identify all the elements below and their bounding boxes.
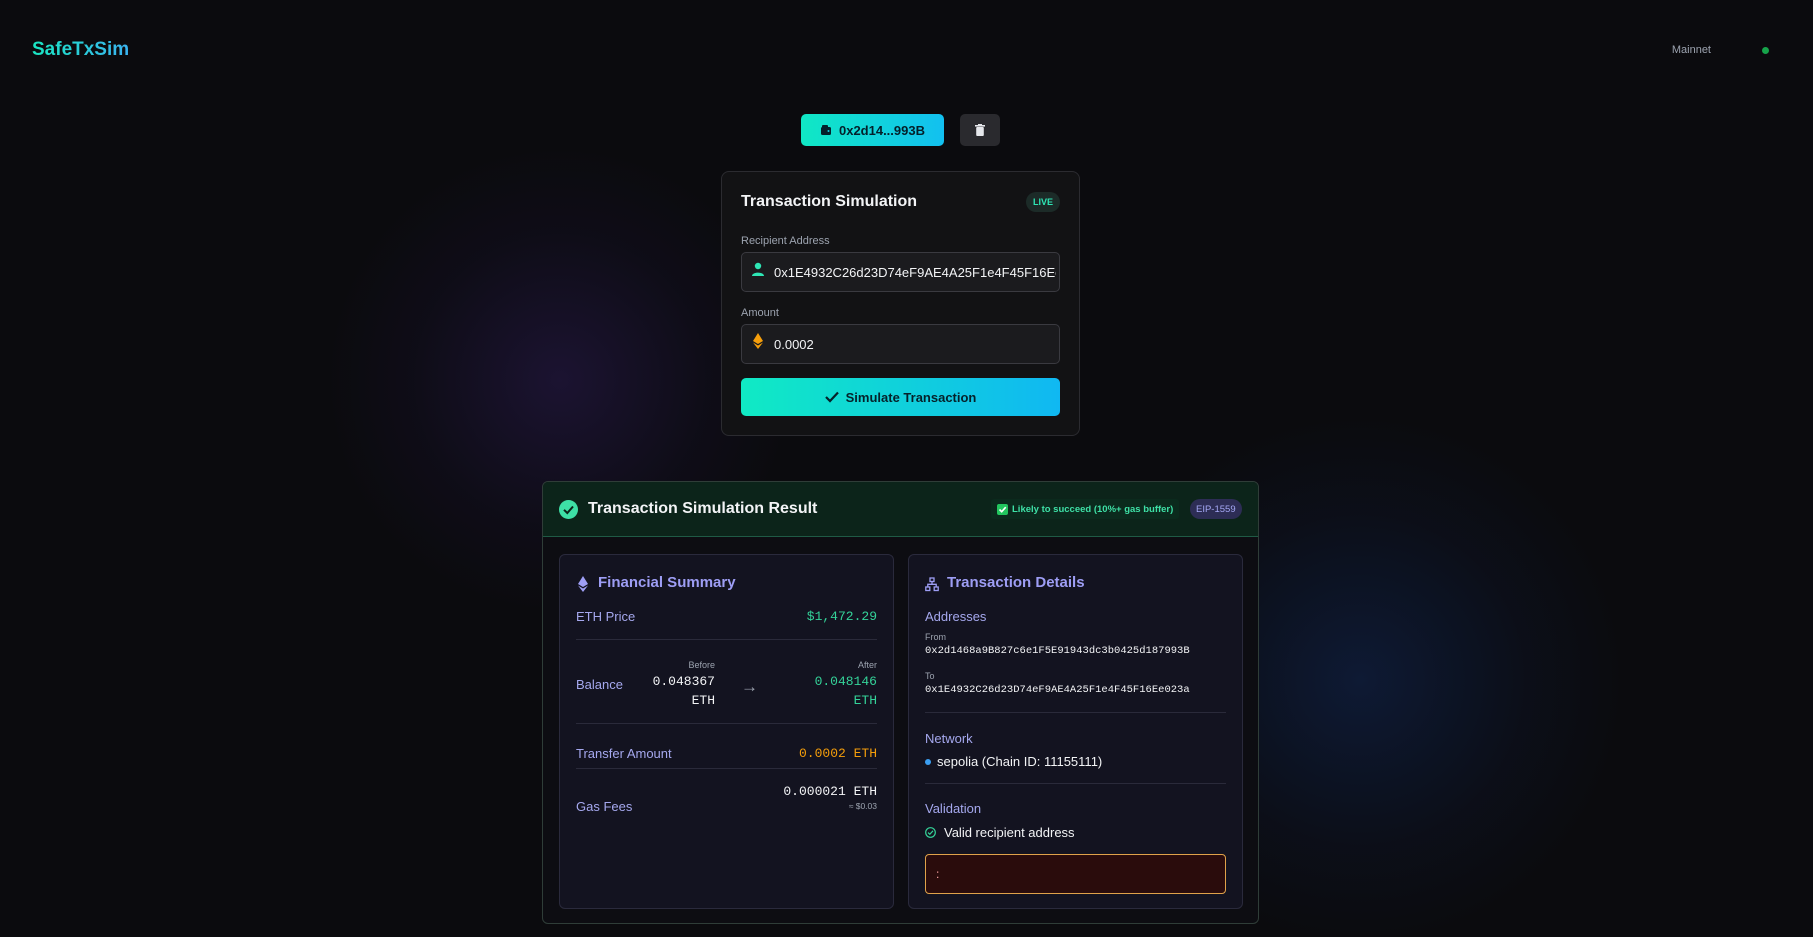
- transaction-details-panel: Transaction Details Addresses From 0x2d1…: [908, 554, 1243, 909]
- success-status-badge: Likely to succeed (10%+ gas buffer): [991, 499, 1180, 519]
- wallet-address-label: 0x2d14...993B: [838, 122, 925, 138]
- network-dot: [925, 759, 931, 765]
- trash-icon: [975, 124, 985, 136]
- simulate-button-label: Simulate Transaction: [845, 389, 977, 405]
- balance-after-unit: ETH: [853, 693, 877, 708]
- app-logo[interactable]: SafeTxSim: [32, 39, 129, 61]
- network-indicator-label: Mainnet: [1671, 44, 1711, 56]
- disconnect-button[interactable]: [960, 114, 1000, 146]
- transfer-amount-label: Transfer Amount: [576, 746, 672, 761]
- live-badge: LIVE: [1025, 192, 1060, 212]
- arrow-icon: →: [741, 677, 758, 696]
- success-status-text: Likely to succeed (10%+ gas buffer): [1012, 503, 1174, 515]
- before-label: Before: [688, 660, 715, 670]
- validation-heading: Validation: [925, 801, 982, 816]
- result-title: Transaction Simulation Result: [588, 500, 818, 517]
- gas-fees-usd: ≈ $0.03: [848, 801, 877, 811]
- network-icon: [925, 577, 939, 592]
- checkmark-icon: [824, 391, 839, 403]
- from-address: 0x2d1468a9B827c6e1F5E91943dc3b0425d18799…: [925, 645, 1190, 657]
- wallet-icon: [820, 125, 831, 135]
- simulation-form-title: Transaction Simulation: [741, 193, 918, 210]
- to-address: 0x1E4932C26d23D74eF9AE4A25F1e4F45F16Ee02…: [925, 684, 1190, 696]
- balance-label: Balance: [576, 677, 623, 692]
- divider: [576, 723, 877, 724]
- warning-box: :: [925, 854, 1226, 894]
- eth-price-value: $1,472.29: [806, 609, 877, 624]
- gas-fees-label: Gas Fees: [576, 799, 633, 814]
- addresses-heading: Addresses: [925, 609, 987, 624]
- amount-label: Amount: [741, 307, 779, 319]
- divider: [925, 712, 1226, 713]
- simulation-result-card: Transaction Simulation Result Likely to …: [542, 481, 1259, 924]
- financial-summary-panel: Financial Summary ETH Price $1,472.29 Ba…: [559, 554, 894, 909]
- to-label: To: [925, 671, 935, 681]
- gas-fees-value: 0.000021 ETH: [783, 784, 877, 799]
- network-status-dot: [1762, 47, 1769, 54]
- divider: [576, 768, 877, 769]
- amount-field[interactable]: [741, 324, 1060, 364]
- check-circle-outline-icon: [925, 827, 936, 838]
- validation-value: Valid recipient address: [944, 825, 1075, 840]
- financial-summary-title: Financial Summary: [598, 574, 736, 591]
- tx-type-badge: EIP-1559: [1190, 499, 1242, 519]
- simulate-transaction-button[interactable]: Simulate Transaction: [741, 378, 1060, 416]
- recipient-label: Recipient Address: [741, 235, 830, 247]
- divider: [576, 639, 877, 640]
- network-heading: Network: [925, 731, 973, 746]
- result-header: Transaction Simulation Result Likely to …: [543, 482, 1258, 537]
- user-icon: [752, 262, 764, 276]
- ethereum-icon: [578, 576, 588, 592]
- recipient-input[interactable]: [774, 253, 1056, 291]
- check-circle-icon: [559, 500, 578, 519]
- balance-after-value: 0.048146: [814, 674, 877, 689]
- wallet-address-button[interactable]: 0x2d14...993B: [801, 114, 944, 146]
- from-label: From: [925, 632, 946, 642]
- app-header: SafeTxSim Mainnet: [0, 0, 1813, 100]
- ethereum-icon: [753, 333, 763, 349]
- balance-before-unit: ETH: [691, 693, 715, 708]
- eth-price-label: ETH Price: [576, 609, 636, 624]
- divider: [925, 783, 1226, 784]
- balance-before-value: 0.048367: [652, 674, 715, 689]
- after-label: After: [857, 660, 877, 670]
- recipient-field[interactable]: [741, 252, 1060, 292]
- transfer-amount-value: 0.0002 ETH: [798, 746, 877, 761]
- simulation-form-card: Transaction Simulation LIVE Recipient Ad…: [721, 171, 1080, 436]
- transaction-details-title: Transaction Details: [947, 574, 1085, 591]
- network-value: sepolia (Chain ID: 11155111): [937, 754, 1103, 769]
- amount-input[interactable]: [774, 325, 1056, 363]
- checkbox-check-icon: [997, 503, 1008, 515]
